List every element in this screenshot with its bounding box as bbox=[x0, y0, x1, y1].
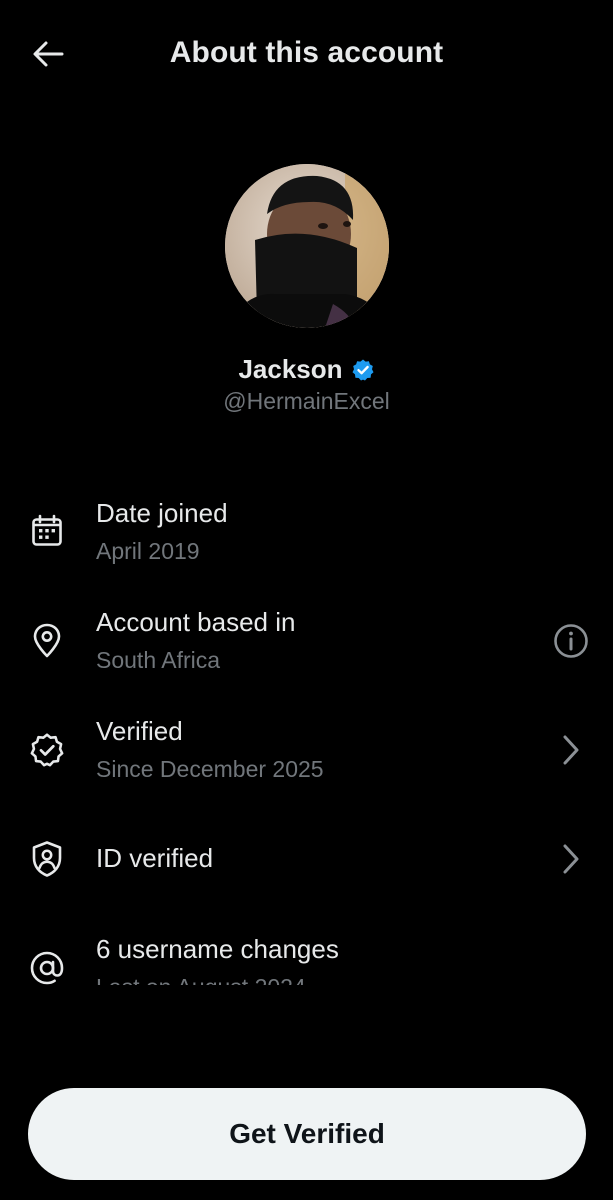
account-based-in-label: Account based in bbox=[96, 607, 296, 637]
page-title: About this account bbox=[169, 36, 444, 69]
id-verified-chevron-button[interactable] bbox=[551, 839, 591, 879]
verified-row[interactable]: Verified Since December 2025 bbox=[0, 714, 613, 794]
verified-badge-icon bbox=[352, 359, 374, 380]
account-based-in-value: South Africa bbox=[96, 647, 221, 673]
date-joined-value: April 2019 bbox=[96, 538, 200, 564]
profile-photo bbox=[225, 164, 389, 328]
display-name: Jackson bbox=[238, 354, 343, 384]
info-icon bbox=[554, 624, 588, 658]
verified-since-value: Since December 2025 bbox=[96, 756, 324, 782]
top-bar: About this account bbox=[0, 0, 613, 110]
about-account-screen: About this account Jackson @HermainExcel… bbox=[0, 0, 613, 1200]
location-pin-icon bbox=[28, 622, 66, 660]
chevron-right-icon bbox=[563, 844, 579, 874]
verified-chevron-button[interactable] bbox=[551, 730, 591, 770]
verified-badge-outline-icon bbox=[28, 731, 66, 769]
date-joined-row: Date joined April 2019 bbox=[0, 496, 613, 576]
info-button[interactable] bbox=[551, 621, 591, 661]
chevron-right-icon bbox=[563, 735, 579, 765]
get-verified-button[interactable]: Get Verified bbox=[28, 1088, 586, 1180]
calendar-icon bbox=[28, 512, 66, 550]
id-verified-row[interactable]: ID verified bbox=[0, 823, 613, 903]
username-handle: @HermainExcel bbox=[223, 388, 390, 414]
at-sign-icon bbox=[28, 949, 66, 987]
avatar[interactable] bbox=[225, 164, 389, 328]
date-joined-label: Date joined bbox=[96, 498, 228, 528]
shield-person-icon bbox=[28, 840, 66, 878]
username-changes-label: 6 username changes bbox=[96, 934, 339, 964]
name-row: Jackson bbox=[0, 354, 613, 385]
id-verified-label: ID verified bbox=[96, 843, 214, 873]
verified-label: Verified bbox=[96, 716, 183, 746]
scroll-clip bbox=[0, 985, 613, 1095]
account-based-in-row: Account based in South Africa bbox=[0, 605, 613, 685]
